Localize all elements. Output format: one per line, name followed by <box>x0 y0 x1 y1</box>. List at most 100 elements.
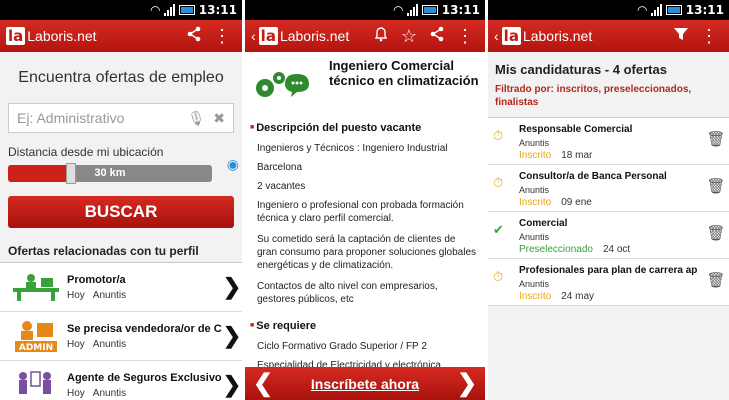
distance-slider[interactable]: 30 km <box>8 163 212 184</box>
job-header: Ingeniero Comercial técnico en climatiza… <box>245 52 485 102</box>
signal-icon <box>406 4 418 16</box>
list-item[interactable]: ⏱ Responsable Comercial Anuntis Inscrito… <box>488 118 729 165</box>
candidature-status: Inscrito <box>519 291 552 302</box>
signal-icon <box>163 4 175 16</box>
share-icon[interactable] <box>180 26 208 47</box>
candidature-title: Profesionales para plan de carrera ap <box>519 265 698 276</box>
offer-title: Promotor/a <box>67 273 126 286</box>
list-item[interactable]: Agente de Seguros Exclusivo e Hoy Anuntis… <box>0 361 242 400</box>
job-detail-screen: ◠ 13:11 ‹ la Laboris.net ☆ ⋮ Ingeniero C… <box>245 0 485 400</box>
back-icon[interactable]: ‹ <box>251 28 256 44</box>
page-title: Encuentra ofertas de empleo <box>18 69 224 86</box>
app-bar: ‹ la Laboris.net ⋮ <box>488 20 729 52</box>
chevron-right-icon[interactable]: ❯ <box>222 372 242 398</box>
admin-icon: ADMIN <box>8 318 63 354</box>
desc-line: Ingeniero o profesional con probada form… <box>257 200 464 224</box>
next-icon[interactable]: ❯ <box>449 369 485 398</box>
search-screen: ◠ 13:11 la Laboris.net ⋮ Encuentra ofert… <box>0 0 242 400</box>
admin-badge: ADMIN <box>18 343 52 353</box>
desc-line: Ingenieros y Técnicos : Ingeniero Indust… <box>257 143 448 154</box>
star-icon[interactable]: ☆ <box>395 26 423 47</box>
clock: 13:11 <box>198 3 237 17</box>
apply-bar: ❮ Inscríbete ahora ❯ <box>245 367 485 400</box>
app-logo[interactable]: ‹ la Laboris.net <box>251 27 349 45</box>
related-offers-list: Promotor/a Hoy Anuntis ❯ ADMIN Se precisa… <box>0 262 242 400</box>
search-input[interactable]: Ej: Administrativo 🎙 ✖ <box>8 103 234 133</box>
clear-icon[interactable]: ✖ <box>213 110 225 127</box>
candidature-company: Anuntis <box>519 138 550 148</box>
bell-icon[interactable] <box>367 26 395 47</box>
share-icon[interactable] <box>423 26 451 47</box>
list-item[interactable]: ⏱ Profesionales para plan de carrera ap … <box>488 259 729 306</box>
section-description-title: Descripción del puesto vacante <box>250 122 485 134</box>
microphone-icon[interactable]: 🎙 <box>187 110 205 127</box>
filter-icon[interactable] <box>667 26 695 47</box>
list-item[interactable]: ADMIN Se precisa vendedora/or de Co Hoy A… <box>0 312 242 361</box>
offer-date: Hoy <box>67 387 85 399</box>
app-bar: la Laboris.net ⋮ <box>0 20 242 52</box>
app-bar: ‹ la Laboris.net ☆ ⋮ <box>245 20 485 52</box>
search-placeholder: Ej: Administrativo <box>17 110 125 126</box>
office-desk-icon <box>8 269 63 305</box>
candidatures-screen: ◠ 13:11 ‹ la Laboris.net ⋮ Mis candidatu… <box>488 0 729 400</box>
candidature-status: Preseleccionado <box>519 244 593 255</box>
candidature-company: Anuntis <box>519 185 550 195</box>
candidature-title: Comercial <box>519 218 568 229</box>
battery-icon <box>421 5 438 15</box>
app-logo[interactable]: la Laboris.net <box>6 27 97 45</box>
logo-mark: la <box>501 27 521 45</box>
apply-button[interactable]: Inscríbete ahora <box>281 376 449 392</box>
job-title: Ingeniero Comercial técnico en climatiza… <box>329 58 479 88</box>
search-button[interactable]: BUSCAR <box>8 196 234 228</box>
status-pending-icon: ⏱ <box>493 128 504 143</box>
desc-line: 2 vacantes <box>257 181 306 192</box>
previous-icon[interactable]: ❮ <box>245 369 281 398</box>
candidature-date: 09 ene <box>561 197 592 208</box>
distance-label: Distancia desde mi ubicación <box>8 145 164 159</box>
app-logo[interactable]: ‹ la Laboris.net <box>494 27 592 45</box>
location-icon[interactable]: ◉ <box>227 156 239 173</box>
app-name: Laboris.net <box>522 28 593 44</box>
trash-icon[interactable]: 🗑 <box>703 271 729 289</box>
meeting-icon <box>8 367 63 400</box>
candidature-date: 24 oct <box>602 244 631 255</box>
status-bar: ◠ 13:11 <box>488 0 729 20</box>
status-check-icon: ✔ <box>493 222 504 237</box>
list-item[interactable]: Promotor/a Hoy Anuntis ❯ <box>0 263 242 312</box>
battery-icon <box>665 5 682 15</box>
overflow-menu-icon[interactable]: ⋮ <box>695 26 723 47</box>
candidature-date: 24 may <box>561 291 595 302</box>
list-item[interactable]: ✔ Comercial Anuntis Preseleccionado 24 oc… <box>488 212 729 259</box>
candidature-date: 18 mar <box>561 150 593 161</box>
candidature-title: Consultor/a de Banca Personal <box>519 171 667 182</box>
offer-source: Anuntis <box>92 289 127 301</box>
trash-icon[interactable]: 🗑 <box>703 224 729 242</box>
req-line: Ciclo Formativo Grado Superior / FP 2 <box>257 341 427 352</box>
clock: 13:11 <box>441 3 480 17</box>
offer-source: Anuntis <box>92 387 127 399</box>
wifi-icon: ◠ <box>637 3 647 17</box>
gears-chat-icon <box>251 64 311 102</box>
candidature-company: Anuntis <box>519 232 550 242</box>
overflow-menu-icon[interactable]: ⋮ <box>451 26 479 47</box>
list-item[interactable]: ⏱ Consultor/a de Banca Personal Anuntis … <box>488 165 729 212</box>
logo-mark: la <box>6 27 26 45</box>
wifi-icon: ◠ <box>150 3 160 17</box>
trash-icon[interactable]: 🗑 <box>703 177 729 195</box>
desc-line: Barcelona <box>257 162 303 173</box>
chevron-right-icon[interactable]: ❯ <box>222 323 242 349</box>
back-icon[interactable]: ‹ <box>494 28 499 44</box>
overflow-menu-icon[interactable]: ⋮ <box>208 26 236 47</box>
desc-line: Su cometido será la captación de cliente… <box>257 234 477 271</box>
candidature-title: Responsable Comercial <box>519 124 633 135</box>
status-pending-icon: ⏱ <box>493 269 504 284</box>
offer-date: Hoy <box>67 338 85 350</box>
status-pending-icon: ⏱ <box>493 175 504 190</box>
battery-icon <box>178 5 195 15</box>
wifi-icon: ◠ <box>393 3 403 17</box>
trash-icon[interactable]: 🗑 <box>703 130 729 148</box>
distance-value: 30 km <box>94 167 126 179</box>
chevron-right-icon[interactable]: ❯ <box>222 274 242 300</box>
logo-mark: la <box>258 27 278 45</box>
section-requirements-title: Se requiere <box>250 320 485 332</box>
